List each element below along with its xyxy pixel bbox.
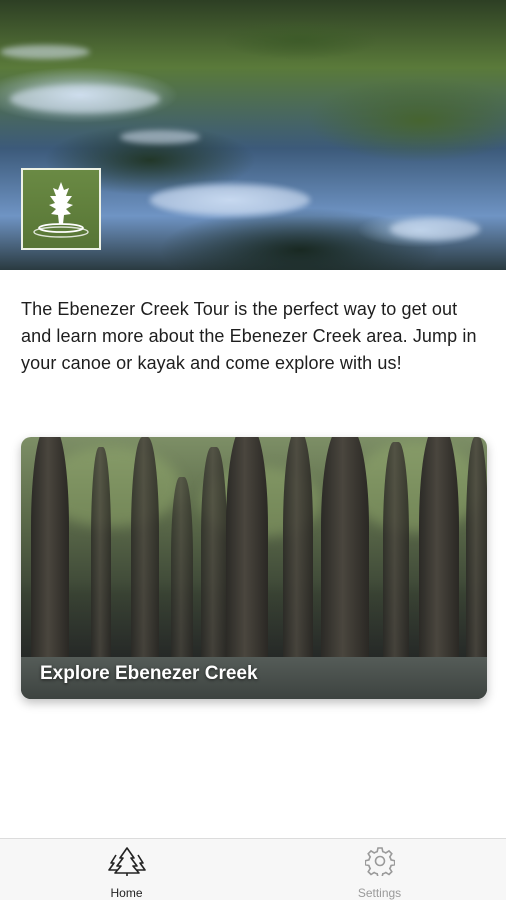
hero-image (0, 0, 506, 270)
tab-home-label: Home (110, 886, 143, 900)
explore-card[interactable]: Explore Ebenezer Creek (21, 437, 487, 699)
intro-text: The Ebenezer Creek Tour is the perfect w… (21, 299, 477, 373)
tab-home[interactable]: Home (0, 839, 253, 900)
bottom-tab-bar: Home Settings (0, 838, 506, 900)
gear-icon (364, 846, 395, 881)
tree-logo-icon (21, 168, 101, 250)
tab-settings[interactable]: Settings (253, 839, 506, 900)
screen: The Ebenezer Creek Tour is the perfect w… (0, 0, 506, 900)
trees-icon (107, 846, 146, 881)
tab-settings-label: Settings (357, 886, 402, 900)
explore-card-title: Explore Ebenezer Creek (40, 663, 258, 684)
